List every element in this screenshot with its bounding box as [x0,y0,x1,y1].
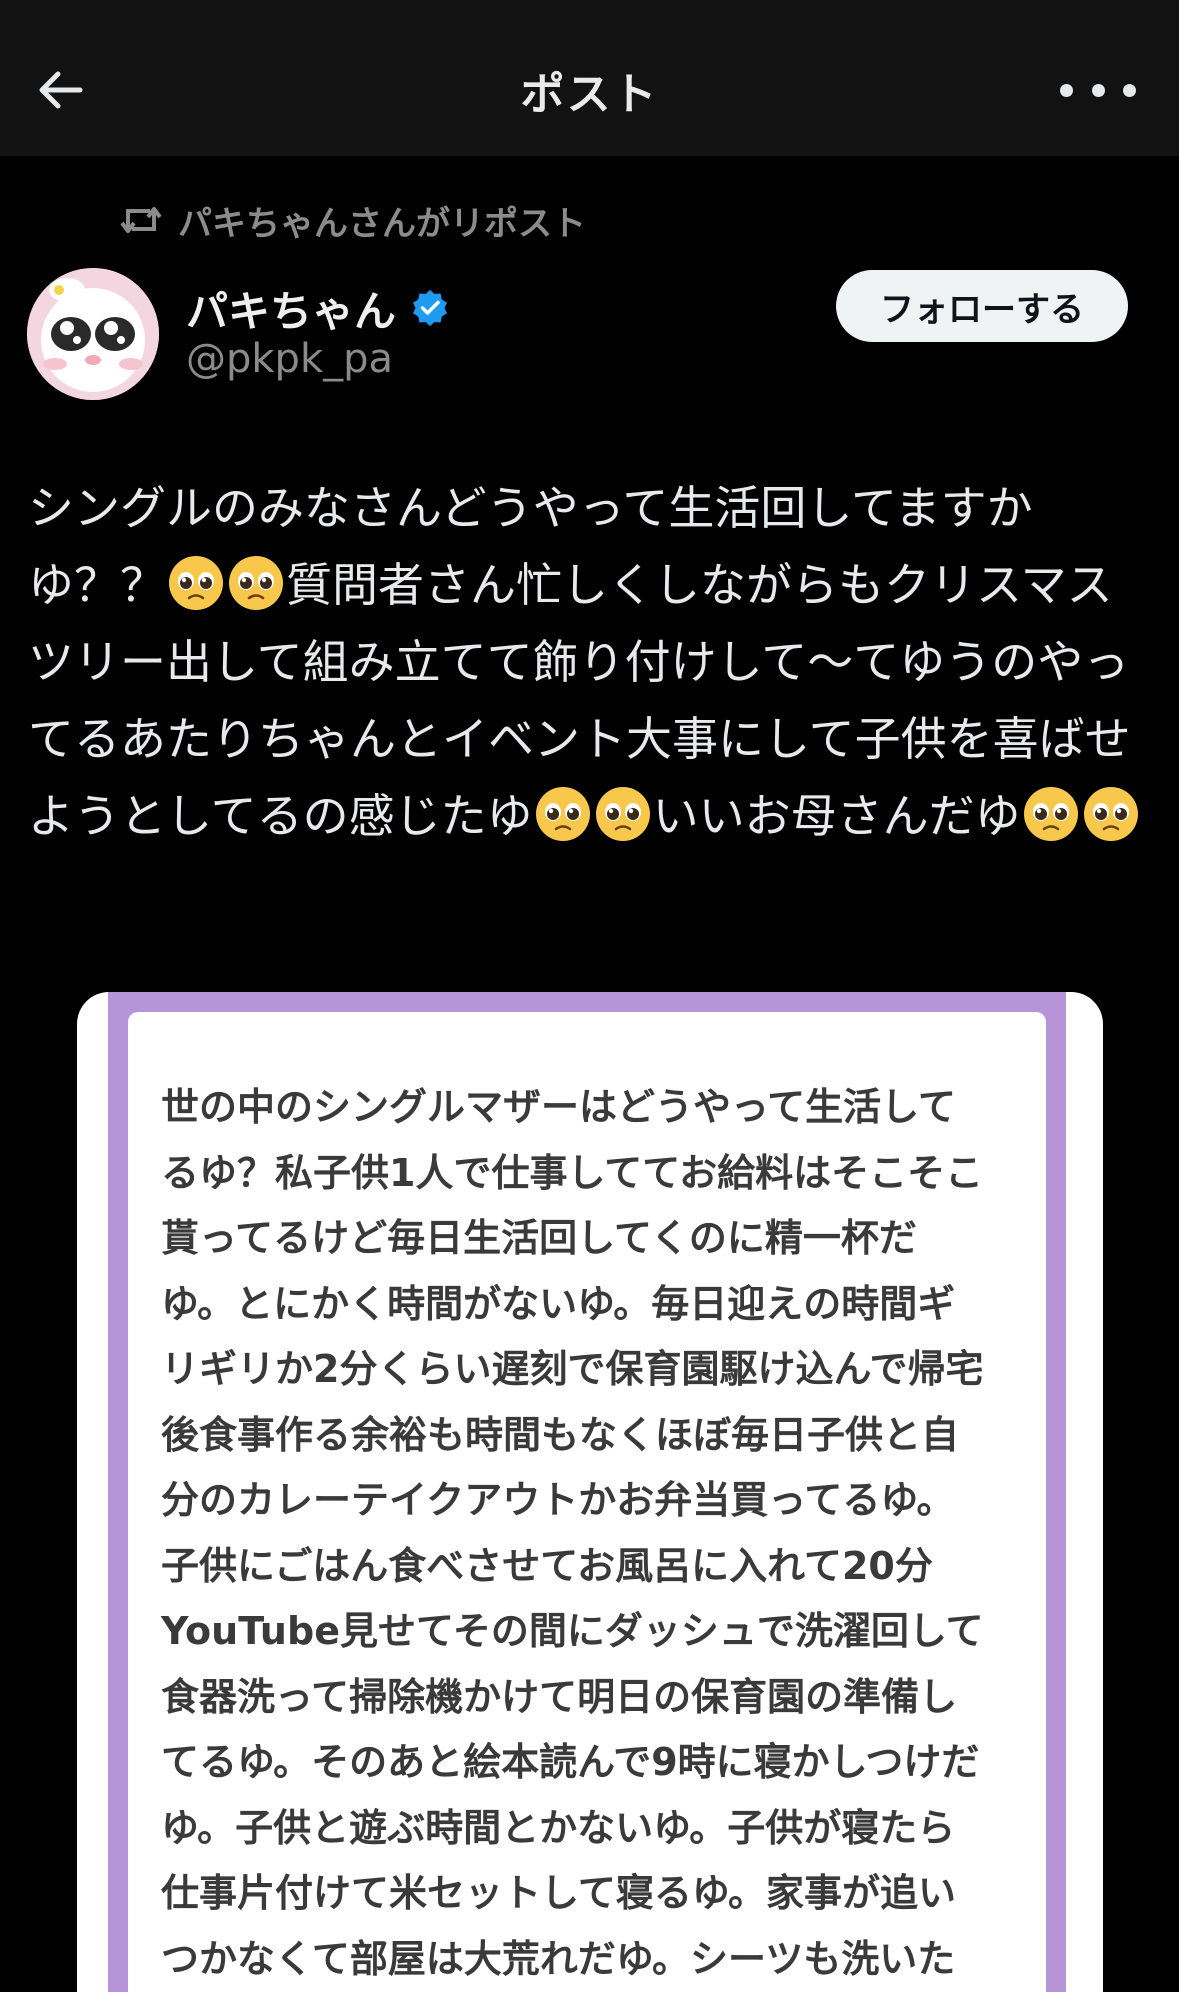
attached-image[interactable]: 世の中のシングルマザーはどうやって生活してるゆ？私子供1人で仕事しててお給料はそ… [77,992,1103,1992]
image-text-line: 分のカレーテイクアウトかお弁当買ってるゆ。 [161,1468,991,1534]
image-text-line: 後食事作る余裕も時間もなくほぼ毎日子供と自 [161,1403,991,1469]
image-text-line: るゆ？私子供1人で仕事しててお給料はそこそこ [161,1141,991,1207]
more-options-button[interactable] [1060,70,1136,110]
verified-badge-icon [410,288,450,328]
author-handle[interactable]: @pkpk_pa [186,336,393,382]
avatar[interactable] [27,268,159,400]
image-text-line: 食器洗って掃除機かけて明日の保育園の準備し [161,1665,991,1731]
more-dot [1123,84,1136,97]
author-display-name: パキちゃん [186,278,396,339]
avatar-image [27,268,159,400]
image-text-line: ゆ。とにかく時間がないゆ。毎日迎えの時間ギ [161,1272,991,1338]
repost-icon [120,203,162,237]
post-text-segment: いいお母さんだゆ [653,789,1021,843]
pleading-face-emoji [1081,784,1141,844]
follow-button[interactable]: フォローする [836,270,1128,342]
image-text-line: ゆ。子供と遊ぶ時間とかないゆ。子供が寝たら [161,1796,991,1862]
image-text-line: つかなくて部屋は大荒れだゆ。シーツも洗いた [161,1927,991,1992]
image-text-line: 子供にごはん食べさせてお風呂に入れて20分 [161,1534,991,1600]
author-name-row[interactable]: パキちゃん [186,278,450,338]
pleading-face-emoji [593,784,653,844]
image-text-line: てるゆ。そのあと絵本読んで9時に寝かしつけだ [161,1730,991,1796]
image-text-line: リギリか2分くらい遅刻で保育園駆け込んで帰宅 [161,1337,991,1403]
top-navigation-bar: ポスト [0,0,1179,156]
repost-indicator[interactable]: パキちゃんさんがリポスト [120,196,586,244]
post-text: シングルのみなさんどうやって生活回してますかゆ？？質問者さん忙しくしながらもクリ… [28,470,1153,855]
pleading-face-emoji [226,553,286,613]
pleading-face-emoji [533,784,593,844]
pleading-face-emoji [1021,784,1081,844]
image-text-line: 貰ってるけど毎日生活回してくのに精一杯だ [161,1206,991,1272]
image-question-text: 世の中のシングルマザーはどうやって生活してるゆ？私子供1人で仕事しててお給料はそ… [161,1075,991,1992]
pleading-face-emoji [166,553,226,613]
image-text-line: 世の中のシングルマザーはどうやって生活して [161,1075,991,1141]
page-title: ポスト [0,0,1179,180]
repost-label: パキちゃんさんがリポスト [178,196,586,245]
image-text-line: YouTube見せてその間にダッシュで洗濯回して [161,1599,991,1665]
image-text-line: 仕事片付けて米セットして寝るゆ。家事が追い [161,1861,991,1927]
more-dot [1092,84,1105,97]
more-dot [1060,84,1073,97]
